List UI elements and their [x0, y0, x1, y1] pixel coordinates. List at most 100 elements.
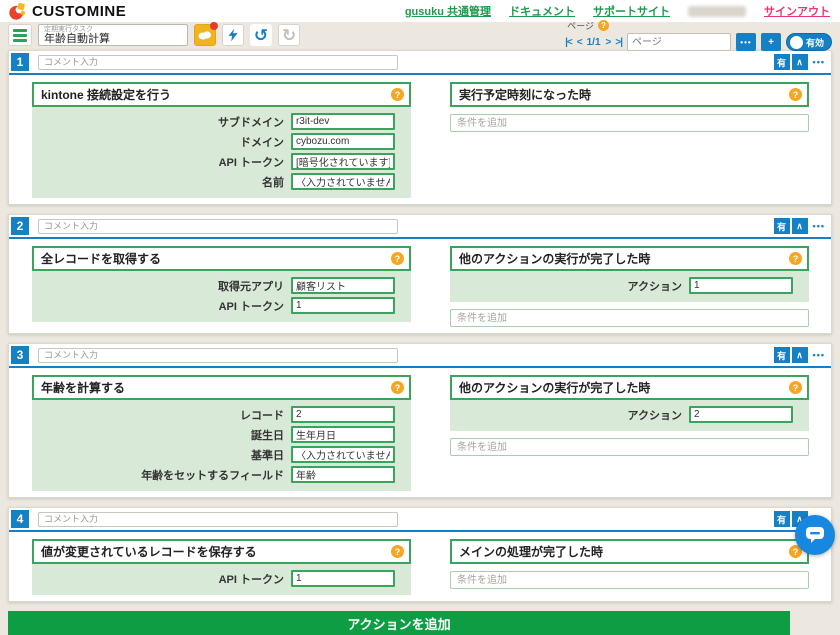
link-documents[interactable]: ドキュメント: [509, 3, 575, 19]
page-help-icon[interactable]: ?: [598, 20, 609, 31]
field-label: API トークン: [219, 154, 284, 170]
redo-icon: ↺: [282, 27, 296, 44]
help-icon[interactable]: ?: [789, 88, 802, 101]
field-input-action-ref[interactable]: [689, 277, 793, 294]
action-select[interactable]: 値が変更されているレコードを保存する ?: [32, 539, 411, 564]
enabled-toggle[interactable]: 有効: [786, 33, 832, 51]
field-input-api-token[interactable]: [291, 297, 395, 314]
help-icon[interactable]: ?: [391, 88, 404, 101]
link-support-site[interactable]: サポートサイト: [593, 3, 670, 19]
action-block-3: 3 有 ∧ ••• 年齢を計算する ? レコード: [8, 343, 832, 498]
collapse-button[interactable]: ∧: [792, 54, 808, 70]
field-input-birthday[interactable]: [291, 426, 395, 443]
block-more-button[interactable]: •••: [810, 221, 828, 231]
signout-link[interactable]: サインアウト: [764, 3, 830, 19]
add-condition-input[interactable]: [450, 309, 809, 327]
enabled-badge-button[interactable]: 有: [774, 347, 790, 363]
collapse-button[interactable]: ∧: [792, 347, 808, 363]
top-links: gusuku 共通管理 ドキュメント サポートサイト サインアウト: [405, 3, 830, 19]
field-label: レコード: [240, 407, 284, 423]
help-icon[interactable]: ?: [391, 252, 404, 265]
trigger-select[interactable]: 他のアクションの実行が完了した時 ?: [450, 375, 809, 400]
field-input-base-date[interactable]: [291, 446, 395, 463]
field-label: 基準日: [251, 447, 284, 463]
redo-button[interactable]: ↺: [278, 24, 300, 46]
trigger-select[interactable]: 実行予定時刻になった時 ?: [450, 82, 809, 107]
field-label: サブドメイン: [218, 114, 284, 130]
add-condition-input[interactable]: [450, 571, 809, 589]
chat-bubble-icon: [805, 526, 825, 544]
help-icon[interactable]: ?: [789, 381, 802, 394]
action-title: 全レコードを取得する: [41, 250, 161, 267]
run-button[interactable]: [222, 24, 244, 46]
trigger-title: 実行予定時刻になった時: [459, 86, 591, 103]
comment-input[interactable]: [38, 55, 398, 70]
next-page-button[interactable]: >: [606, 37, 611, 48]
chat-button[interactable]: [795, 515, 835, 555]
undo-icon: ↺: [254, 27, 268, 44]
redacted-username: [688, 6, 746, 17]
comment-input[interactable]: [38, 219, 398, 234]
field-input-name[interactable]: [291, 173, 395, 190]
last-page-button[interactable]: >|: [615, 37, 622, 48]
block-more-button[interactable]: •••: [810, 57, 828, 67]
block-number: 3: [11, 346, 29, 364]
trigger-title: メインの処理が完了した時: [459, 543, 603, 560]
action-block-4: 4 有 ∧ ••• 値が変更されているレコードを保存する ? API ト: [8, 507, 832, 602]
help-icon[interactable]: ?: [391, 545, 404, 558]
action-select[interactable]: kintone 接続設定を行う ?: [32, 82, 411, 107]
enabled-badge-button[interactable]: 有: [774, 54, 790, 70]
field-input-age-field[interactable]: [291, 466, 395, 483]
help-icon[interactable]: ?: [789, 252, 802, 265]
field-input-subdomain[interactable]: [291, 113, 395, 130]
lightning-icon: [228, 28, 238, 42]
notification-button[interactable]: [194, 24, 216, 46]
block-number: 2: [11, 217, 29, 235]
page-more-button[interactable]: •••: [736, 33, 756, 51]
add-condition-input[interactable]: [450, 438, 809, 456]
field-label: アクション: [628, 278, 682, 294]
action-title: 年齢を計算する: [41, 379, 125, 396]
enabled-badge-button[interactable]: 有: [774, 511, 790, 527]
add-action-button[interactable]: アクションを追加: [8, 611, 790, 635]
task-name-field[interactable]: 定期実行タスク 年齢自動計算: [38, 24, 188, 46]
menu-button[interactable]: [8, 24, 32, 46]
add-condition-input[interactable]: [450, 114, 809, 132]
comment-input[interactable]: [38, 512, 398, 527]
action-select[interactable]: 全レコードを取得する ?: [32, 246, 411, 271]
trigger-select[interactable]: メインの処理が完了した時 ?: [450, 539, 809, 564]
task-name-value: 年齢自動計算: [44, 34, 182, 45]
trigger-title: 他のアクションの実行が完了した時: [459, 379, 650, 396]
field-label: 誕生日: [251, 427, 284, 443]
first-page-button[interactable]: |<: [565, 37, 572, 48]
field-input-source-app[interactable]: [291, 277, 395, 294]
field-input-action-ref[interactable]: [689, 406, 793, 423]
field-input-api-token[interactable]: [291, 570, 395, 587]
field-label: アクション: [628, 407, 682, 423]
help-icon[interactable]: ?: [391, 381, 404, 394]
page-name-input[interactable]: [627, 33, 731, 51]
action-list: 1 有 ∧ ••• kintone 接続設定を行う ? サブドメイン: [0, 48, 840, 602]
cloud-icon: [198, 30, 212, 40]
page-indicator[interactable]: 1/1: [587, 37, 601, 48]
undo-button[interactable]: ↺: [250, 24, 272, 46]
field-input-api-token[interactable]: [291, 153, 395, 170]
action-select[interactable]: 年齢を計算する ?: [32, 375, 411, 400]
add-page-button[interactable]: +: [761, 33, 781, 51]
field-label: 年齢をセットするフィールド: [141, 467, 284, 483]
enabled-badge-button[interactable]: 有: [774, 218, 790, 234]
block-more-button[interactable]: •••: [810, 350, 828, 360]
customine-app: CUSTOMINE gusuku 共通管理 ドキュメント サポートサイト サイン…: [0, 0, 840, 554]
comment-input[interactable]: [38, 348, 398, 363]
block-number: 1: [11, 53, 29, 71]
field-input-domain[interactable]: [291, 133, 395, 150]
collapse-button[interactable]: ∧: [792, 218, 808, 234]
hamburger-icon: [13, 29, 27, 32]
field-input-record[interactable]: [291, 406, 395, 423]
customine-logo: CUSTOMINE: [8, 2, 126, 21]
prev-page-button[interactable]: <: [577, 37, 582, 48]
trigger-title: 他のアクションの実行が完了した時: [459, 250, 650, 267]
trigger-select[interactable]: 他のアクションの実行が完了した時 ?: [450, 246, 809, 271]
customine-logo-icon: [8, 2, 27, 21]
link-gusuku-admin[interactable]: gusuku 共通管理: [405, 3, 491, 19]
